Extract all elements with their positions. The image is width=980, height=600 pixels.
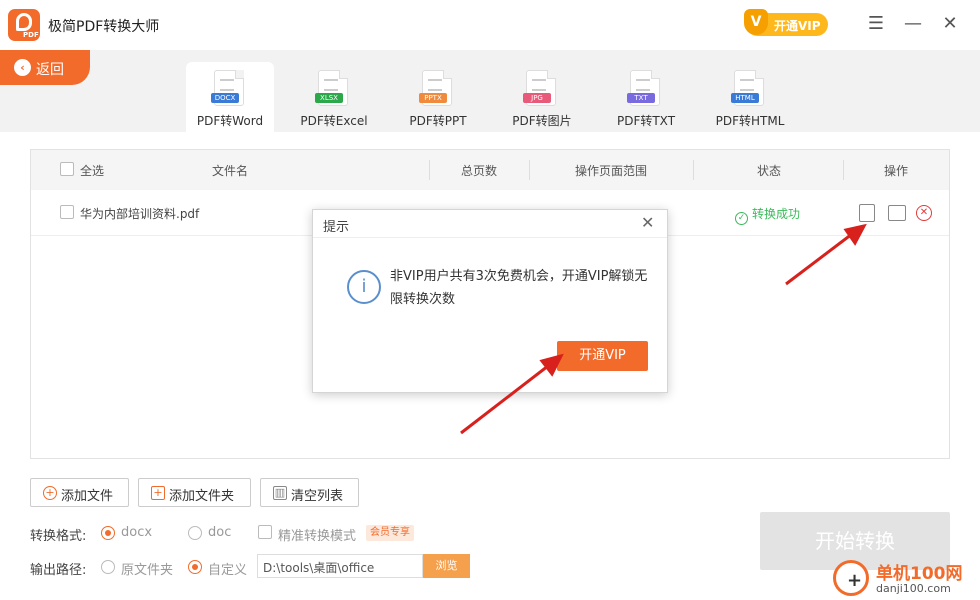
annotation-arrow — [785, 223, 867, 286]
site-watermark: + 单机100网 danji100.com — [830, 558, 980, 600]
annotation-arrow — [460, 353, 564, 435]
watermark-url: danji100.com — [876, 582, 951, 595]
annotation-arrows — [460, 223, 867, 435]
watermark-logo-icon: + — [833, 560, 869, 596]
watermark-site-name: 单机100网 — [876, 564, 963, 584]
